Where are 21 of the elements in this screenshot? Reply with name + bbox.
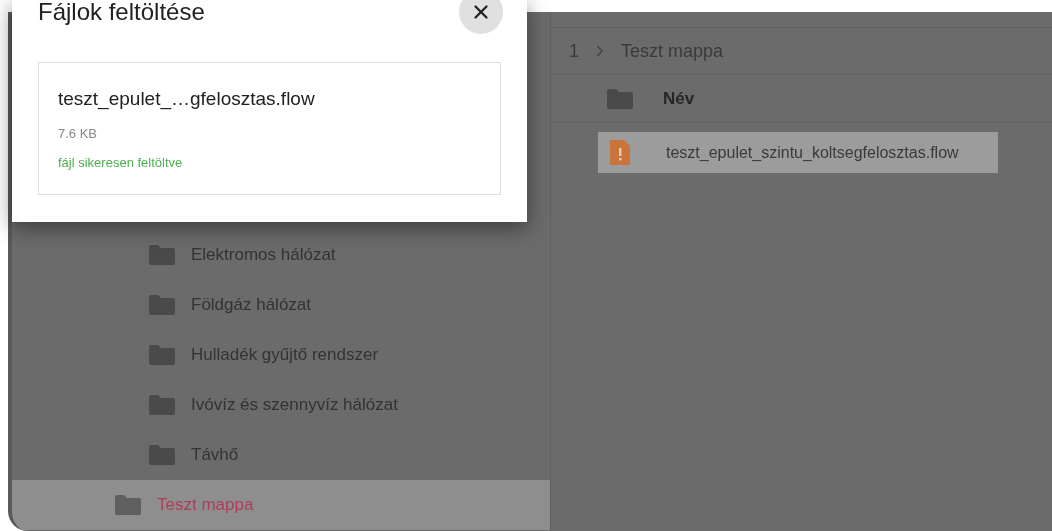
folder-item[interactable]: Teszt mappa: [12, 480, 550, 530]
folder-item[interactable]: Földgáz hálózat: [12, 280, 550, 330]
upload-status: fájl sikeresen feltöltve: [58, 154, 184, 172]
folder-icon: [149, 295, 175, 315]
file-name: teszt_epulet_…gfelosztas.flow: [58, 87, 316, 112]
column-header[interactable]: Név: [663, 85, 695, 112]
file-warning-icon: [610, 140, 630, 165]
folder-item[interactable]: Ivóvíz és szennyvíz hálózat: [12, 380, 550, 430]
folder-icon: [115, 495, 141, 515]
folder-item[interactable]: Távhő: [12, 430, 550, 480]
folder-icon: [149, 395, 175, 415]
folder-icon: [149, 445, 175, 465]
file-size: 7.6 KB: [58, 124, 99, 143]
folder-icon: [149, 245, 175, 265]
folder-item[interactable]: Elektromos hálózat: [12, 230, 550, 280]
folder-icon: [607, 88, 633, 109]
file-row[interactable]: teszt_epulet_szintu_koltsegfelosztas.flow: [598, 132, 998, 173]
folder-icon: [149, 345, 175, 365]
dialog-title: Fájlok feltöltése: [38, 0, 205, 27]
folder-item[interactable]: Hulladék gyűjtő rendszer: [12, 330, 550, 380]
close-button[interactable]: [459, 0, 503, 34]
